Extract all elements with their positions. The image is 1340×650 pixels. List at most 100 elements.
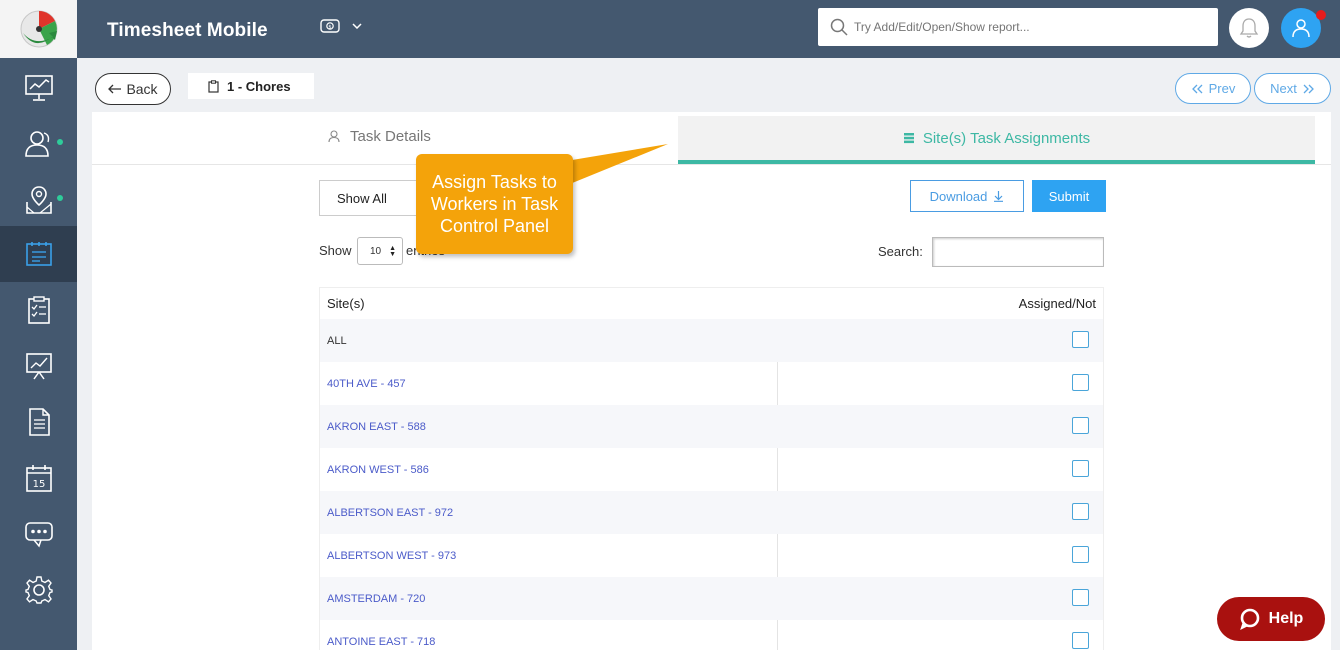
settings-gear-icon: [24, 576, 53, 604]
breadcrumb-label: 1 - Chores: [227, 78, 291, 94]
assigned-checkbox[interactable]: [1072, 331, 1089, 348]
table-row: AMSTERDAM - 720: [320, 577, 1103, 620]
tab-site-task-assignments[interactable]: Site(s) Task Assignments: [678, 116, 1315, 164]
breadcrumb: 1 - Chores: [188, 73, 314, 99]
table-row: ALBERTSON WEST - 973: [320, 534, 1103, 577]
double-chevron-left-icon: [1191, 84, 1203, 93]
next-button-label: Next: [1270, 81, 1297, 96]
table-row: ALBERTSON EAST - 972: [320, 491, 1103, 534]
sidebar-item-checklist[interactable]: [0, 282, 77, 338]
chevron-down-icon: [352, 23, 362, 29]
assigned-checkbox[interactable]: [1072, 632, 1089, 649]
list-stack-icon: [903, 133, 914, 144]
submit-button[interactable]: Submit: [1032, 180, 1106, 212]
sites-table: Site(s) Assigned/Not ALL 40TH AVE - 457 …: [319, 287, 1104, 650]
column-divider: [777, 534, 778, 577]
filter-select[interactable]: Show All: [319, 180, 419, 216]
sidebar-item-reports[interactable]: [0, 338, 77, 394]
site-link[interactable]: 40TH AVE - 457: [327, 378, 406, 390]
notification-dot: [1316, 10, 1326, 20]
show-label: Show: [319, 243, 352, 258]
double-chevron-right-icon: [1303, 84, 1314, 93]
tab-site-task-assignments-label: Site(s) Task Assignments: [922, 129, 1091, 147]
search-icon: [830, 18, 848, 36]
callout-text: Assign Tasks to Workers in Task Control …: [430, 172, 559, 236]
table-search-label: Search:: [878, 244, 923, 259]
column-header-assigned[interactable]: Assigned/Not: [1019, 296, 1096, 311]
sidebar-item-calendar[interactable]: 15: [0, 450, 77, 506]
users-icon: [24, 131, 49, 157]
chat-bubble-icon: [1239, 608, 1259, 630]
notifications-button[interactable]: [1229, 8, 1269, 48]
app-logo[interactable]: [0, 0, 77, 58]
download-button[interactable]: Download: [910, 180, 1024, 212]
help-button[interactable]: Help: [1217, 597, 1325, 641]
sidebar-item-tasks[interactable]: [0, 226, 77, 282]
entries-per-page-value: 10: [370, 245, 382, 257]
back-button[interactable]: Back: [95, 73, 171, 105]
sidebar-item-locations[interactable]: [0, 172, 77, 228]
submit-button-label: Submit: [1048, 188, 1090, 204]
assigned-checkbox[interactable]: [1072, 374, 1089, 391]
site-link[interactable]: ALBERTSON WEST - 973: [327, 550, 456, 562]
sort-arrows-icon: ▲ ▼: [389, 245, 396, 258]
site-link[interactable]: AKRON EAST - 588: [327, 421, 426, 433]
table-row: ANTOINE EAST - 718: [320, 620, 1103, 650]
sidebar: 15: [0, 58, 77, 650]
assigned-checkbox[interactable]: [1072, 503, 1089, 520]
user-icon: [1292, 19, 1310, 38]
sidebar-item-settings[interactable]: [0, 562, 77, 618]
sidebar-item-documents[interactable]: [0, 394, 77, 450]
currency-selector[interactable]: $: [320, 19, 362, 33]
entries-per-page-select[interactable]: 10 ▲ ▼: [357, 237, 403, 265]
sidebar-item-users[interactable]: [0, 116, 77, 172]
clipboard-checklist-icon: [27, 296, 50, 324]
svg-text:$: $: [328, 25, 331, 31]
prev-button[interactable]: Prev: [1175, 73, 1251, 104]
table-row: ALL: [320, 319, 1103, 362]
assigned-checkbox[interactable]: [1072, 546, 1089, 563]
filter-select-value: Show All: [337, 190, 387, 206]
chat-icon: [24, 522, 53, 548]
site-link[interactable]: ANTOINE EAST - 718: [327, 636, 435, 648]
tab-task-details[interactable]: Task Details: [328, 128, 431, 145]
search-input[interactable]: [854, 20, 1194, 34]
back-button-label: Back: [126, 81, 158, 97]
dashboard-monitor-icon: [24, 75, 53, 101]
table-header: Site(s) Assigned/Not: [320, 287, 1103, 319]
assigned-checkbox[interactable]: [1072, 460, 1089, 477]
table-search-input[interactable]: [932, 237, 1104, 267]
table-row: AKRON WEST - 586: [320, 448, 1103, 491]
app-title: Timesheet Mobile: [107, 20, 268, 41]
assigned-checkbox[interactable]: [1072, 589, 1089, 606]
clipboard-icon: [208, 79, 219, 93]
column-divider: [777, 620, 778, 650]
site-link[interactable]: AMSTERDAM - 720: [327, 593, 425, 605]
presentation-chart-icon: [25, 353, 52, 380]
global-search[interactable]: [818, 8, 1218, 46]
person-icon: [328, 130, 340, 143]
column-divider: [777, 448, 778, 491]
site-link[interactable]: ALBERTSON EAST - 972: [327, 507, 453, 519]
sidebar-item-messages[interactable]: [0, 506, 77, 562]
arrow-left-icon: [108, 84, 122, 94]
assigned-checkbox[interactable]: [1072, 417, 1089, 434]
bell-icon: [1239, 18, 1259, 38]
locations-status-dot: [57, 195, 63, 201]
sidebar-item-dashboard[interactable]: [0, 60, 77, 116]
main-panel: Task Details Site(s) Task Assignments Sh…: [92, 112, 1331, 650]
user-profile-button[interactable]: [1281, 8, 1321, 48]
download-button-label: Download: [929, 188, 988, 204]
site-link[interactable]: AKRON WEST - 586: [327, 464, 429, 476]
prev-button-label: Prev: [1208, 81, 1236, 96]
tab-task-details-label: Task Details: [350, 128, 431, 145]
column-header-sites[interactable]: Site(s): [327, 296, 365, 311]
table-row: AKRON EAST - 588: [320, 405, 1103, 448]
users-status-dot: [57, 139, 63, 145]
column-divider: [777, 362, 778, 405]
calendar-icon: 15: [25, 465, 52, 492]
tasks-board-icon: [25, 242, 52, 266]
next-button[interactable]: Next: [1254, 73, 1331, 104]
logo-icon: [20, 10, 57, 48]
tutorial-callout: Assign Tasks to Workers in Task Control …: [416, 154, 573, 254]
